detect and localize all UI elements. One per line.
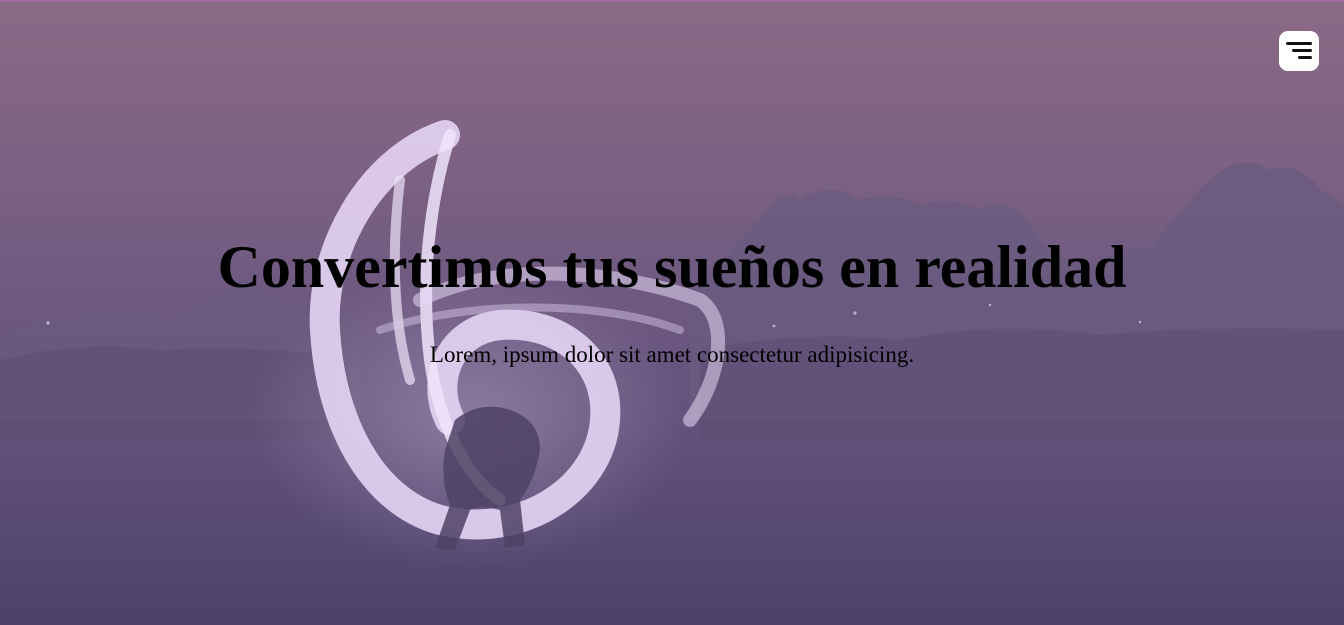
menu-icon-bar-bottom bbox=[1298, 56, 1312, 59]
hero-title: Convertimos tus sueños en realidad bbox=[217, 234, 1127, 300]
hero-subtitle: Lorem, ipsum dolor sit amet consectetur … bbox=[429, 342, 915, 367]
menu-icon-bar-top bbox=[1286, 42, 1312, 45]
hero-background-image bbox=[0, 120, 1344, 625]
menu-button[interactable] bbox=[1279, 31, 1319, 71]
menu-icon-bar-middle bbox=[1292, 49, 1312, 52]
hero-section: Convertimos tus sueños en realidad Lorem… bbox=[0, 0, 1344, 625]
